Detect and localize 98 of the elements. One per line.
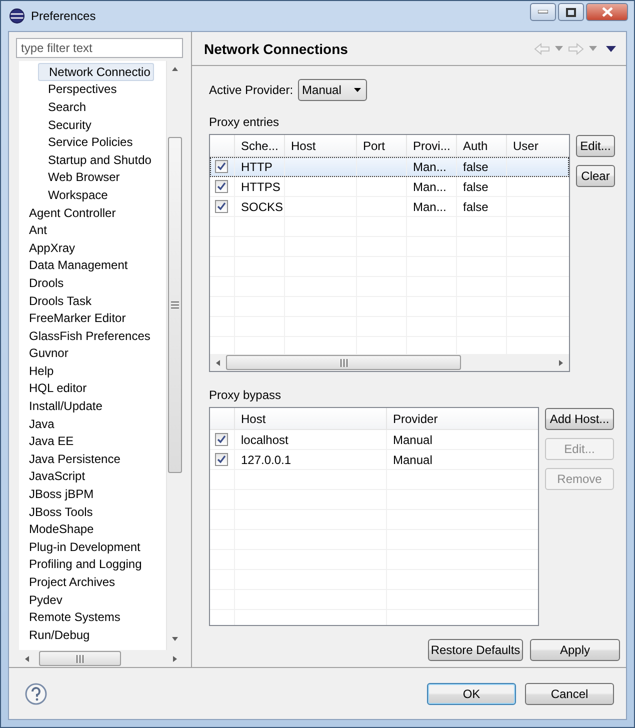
- column-header[interactable]: Provider: [387, 408, 538, 429]
- caret-icon: [354, 88, 362, 92]
- globe-icon: [9, 8, 25, 24]
- grip-icon: [76, 654, 84, 662]
- checkbox[interactable]: [215, 433, 228, 446]
- table-row[interactable]: localhost Manual: [210, 430, 538, 450]
- tree-item[interactable]: Drools Task: [19, 292, 94, 309]
- tree-item[interactable]: JBoss Tools: [19, 504, 96, 520]
- tree-item[interactable]: ModeShape: [19, 521, 97, 538]
- tree-item[interactable]: FreeMarker Editor: [19, 310, 129, 326]
- section-label: Proxy bypass: [209, 388, 282, 402]
- right-arrow-icon[interactable]: [171, 654, 179, 662]
- tree-item[interactable]: Workspace: [38, 186, 111, 203]
- table-cell: 127.0.0.1: [241, 452, 292, 466]
- column-header[interactable]: Auth: [457, 135, 507, 156]
- action-button[interactable]: Edit...: [576, 135, 615, 157]
- table-cell: false: [463, 200, 488, 214]
- tree-item[interactable]: Ant: [19, 222, 50, 238]
- field-label: Active Provider:: [209, 83, 294, 97]
- tree-item[interactable]: Java EE: [19, 433, 77, 450]
- cancel-button[interactable]: Cancel: [525, 682, 614, 704]
- tree-item[interactable]: Data Management: [19, 257, 131, 274]
- column-header[interactable]: Host: [235, 408, 387, 429]
- table-cell: HTTP: [241, 160, 272, 174]
- tree-item[interactable]: HQL editor: [19, 380, 90, 396]
- tree-item[interactable]: Service Policies: [38, 134, 136, 150]
- table-cell: Manual: [393, 452, 432, 466]
- vertical-scrollbar[interactable]: [166, 61, 183, 650]
- tree-item[interactable]: Help: [19, 362, 57, 379]
- left-arrow-icon[interactable]: [23, 654, 31, 662]
- table-cell: false: [463, 180, 488, 194]
- down-arrow-icon[interactable]: [171, 635, 179, 643]
- up-arrow-icon[interactable]: [171, 65, 179, 73]
- help-icon[interactable]: [25, 682, 47, 704]
- grip-icon: [171, 301, 179, 309]
- tree-item[interactable]: Profiling and Logging: [19, 556, 145, 572]
- filter-field[interactable]: type filter text: [16, 38, 183, 58]
- section-label: Proxy entries: [209, 115, 280, 129]
- checkbox[interactable]: [215, 453, 228, 466]
- tree-item[interactable]: Agent Controller: [19, 204, 119, 221]
- horizontal-scrollbar[interactable]: [210, 354, 569, 371]
- table-row[interactable]: HTTP Man... false: [210, 157, 569, 177]
- left-arrow-icon[interactable]: [214, 358, 222, 366]
- close-button[interactable]: [586, 3, 628, 21]
- column-header[interactable]: Provi...: [407, 135, 457, 156]
- tree-item[interactable]: Startup and Shutdo: [38, 152, 154, 168]
- tree-item[interactable]: Search: [38, 98, 90, 115]
- table-cell: Manual: [393, 432, 432, 446]
- tree-item[interactable]: GlassFish Preferences: [19, 328, 154, 344]
- tree-item[interactable]: Pydev: [19, 592, 66, 608]
- table-row[interactable]: HTTPS Man... false: [210, 177, 569, 197]
- page-title: Network Connections: [204, 40, 349, 56]
- checkbox[interactable]: [215, 160, 228, 173]
- grip-icon: [340, 358, 348, 366]
- action-button[interactable]: Add Host...: [545, 408, 614, 430]
- tree-item[interactable]: Run/Debug: [19, 626, 93, 643]
- table-row[interactable]: 127.0.0.1 Manual: [210, 450, 538, 470]
- tree-item[interactable]: AppXray: [19, 240, 78, 256]
- menu-caret-icon[interactable]: [606, 46, 616, 52]
- maximize-icon: [566, 8, 576, 16]
- tree-item[interactable]: Project Archives: [19, 574, 118, 590]
- tree-item[interactable]: Remote Systems: [19, 609, 124, 626]
- column-header[interactable]: Port: [357, 135, 407, 156]
- tree-item[interactable]: Plug-in Development: [19, 538, 144, 555]
- column-header[interactable]: Host: [285, 135, 357, 156]
- table-cell: false: [463, 160, 488, 174]
- tree-item[interactable]: Install/Update: [19, 398, 106, 414]
- tree-item[interactable]: Network Connectio: [38, 62, 154, 81]
- checkbox[interactable]: [215, 200, 228, 213]
- tree-item[interactable]: Web Browser: [38, 169, 123, 186]
- tree-item[interactable]: Java Persistence: [19, 450, 124, 467]
- restore-defaults-button[interactable]: Restore Defaults: [428, 639, 523, 661]
- action-button[interactable]: Clear: [576, 165, 615, 187]
- minimize-icon: [538, 10, 548, 14]
- close-icon: [602, 7, 612, 17]
- minimize-button[interactable]: [530, 3, 556, 21]
- apply-button[interactable]: Apply: [530, 639, 620, 661]
- tree-item[interactable]: Guvnor: [19, 345, 72, 362]
- checkbox[interactable]: [215, 180, 228, 193]
- window-title: Preferences: [31, 9, 97, 23]
- right-arrow-icon[interactable]: [557, 358, 565, 366]
- table-cell: Man...: [413, 160, 446, 174]
- table-cell: HTTPS: [241, 180, 280, 194]
- table-cell: localhost: [241, 432, 288, 446]
- maximize-button[interactable]: [558, 3, 584, 21]
- tree-item[interactable]: JavaScript: [19, 468, 88, 484]
- column-header[interactable]: Sche...: [235, 135, 285, 156]
- table-cell: Man...: [413, 200, 446, 214]
- tree-item[interactable]: Perspectives: [38, 81, 120, 98]
- tree-item[interactable]: Java: [19, 416, 58, 432]
- tree-item[interactable]: Security: [38, 116, 94, 133]
- table-cell: Man...: [413, 180, 446, 194]
- provider-dropdown[interactable]: Manual: [298, 79, 368, 101]
- tree-item[interactable]: Drools: [19, 274, 67, 291]
- tree-item[interactable]: JBoss jBPM: [19, 486, 97, 502]
- table-row[interactable]: SOCKS Man... false: [210, 197, 569, 217]
- ok-button[interactable]: OK: [427, 682, 516, 704]
- table-cell: SOCKS: [241, 200, 284, 214]
